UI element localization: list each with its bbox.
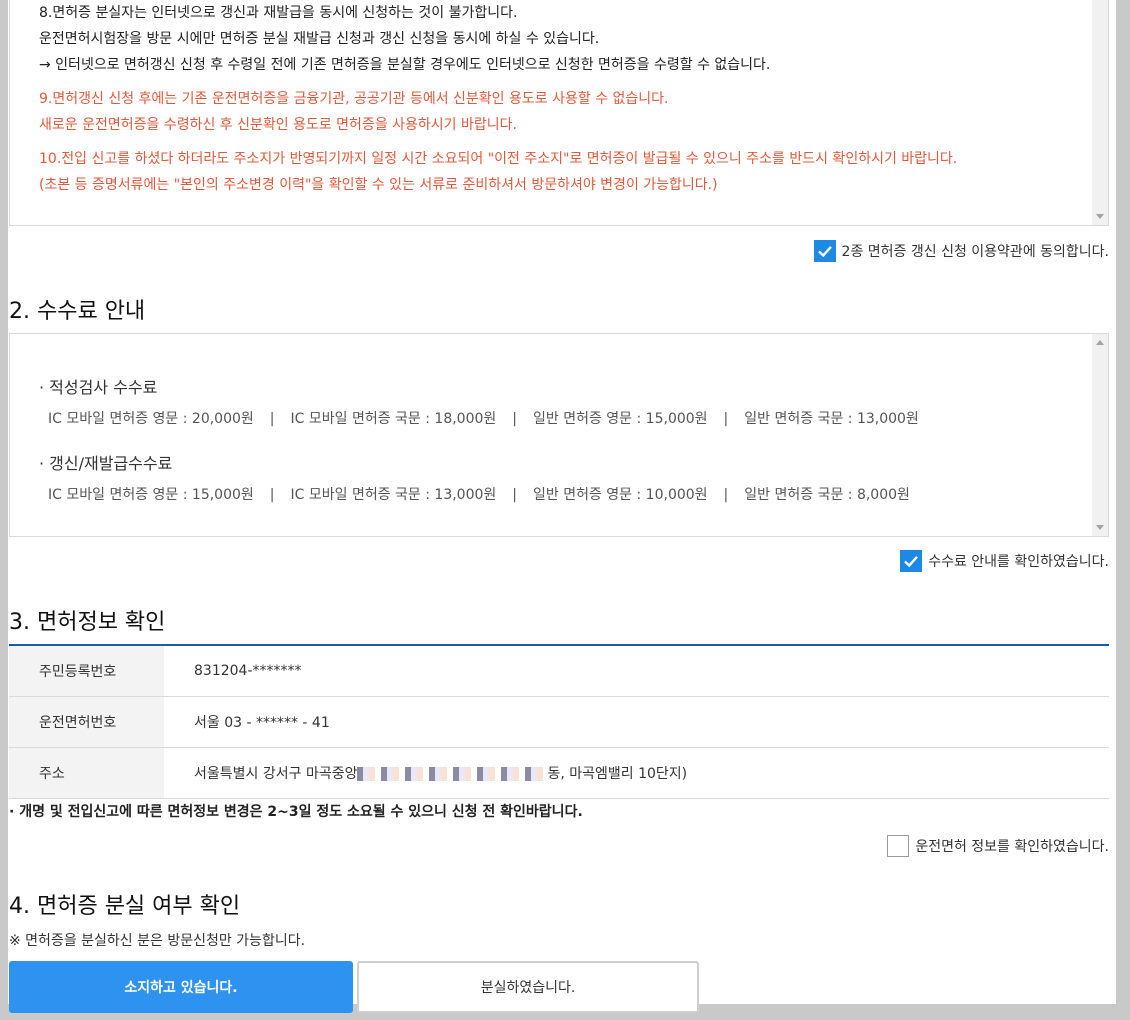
fee-renewal-line: IC 모바일 면허증 영문 : 15,000원 | IC 모바일 면허증 국문 : … — [48, 484, 910, 504]
page-edge-right — [1116, 0, 1130, 1020]
terms-text: 8.면허증 분실자는 인터넷으로 갱신과 재발급을 동시에 신청하는 것이 불가… — [39, 0, 1088, 198]
row-label-license-number: 운전면허번호 — [9, 696, 164, 748]
fee-aptitude-line: IC 모바일 면허증 영문 : 20,000원 | IC 모바일 면허증 국문 : … — [48, 408, 919, 428]
row-value-license-number: 서울 03 - ****** - 41 — [164, 696, 1109, 748]
fee-separator: | — [723, 487, 729, 503]
license-notice: · 개명 및 전입신고에 따른 면허정보 변경은 2~3일 정도 소요될 수 있… — [9, 804, 583, 820]
fee-item: IC 모바일 면허증 국문 : 18,000원 — [290, 411, 497, 427]
terms-scrollbox[interactable]: 8.면허증 분실자는 인터넷으로 갱신과 재발급을 동시에 신청하는 것이 불가… — [9, 0, 1109, 226]
license-info-table: 주민등록번호 831204-******* 운전면허번호 서울 03 - ***… — [9, 644, 1109, 799]
row-label-resident-number: 주민등록번호 — [9, 645, 164, 697]
fee-aptitude-label: · 적성검사 수수료 — [39, 378, 158, 397]
terms-agree-row[interactable]: 2종 면허증 갱신 신청 이용약관에 동의합니다. — [700, 239, 1109, 263]
check-icon — [817, 245, 832, 258]
table-row: 주민등록번호 831204-******* — [9, 645, 1109, 697]
fee-item: 일반 면허증 영문 : 15,000원 — [533, 411, 708, 427]
row-label-address: 주소 — [9, 747, 164, 799]
fee-item: IC 모바일 면허증 국문 : 13,000원 — [290, 487, 497, 503]
terms-scrollbar[interactable] — [1092, 0, 1108, 225]
terms-line-10: 10.전입 신고를 하셨다 하더라도 주소지가 반영되기까지 일정 시간 소요되… — [39, 151, 958, 167]
terms-line-9b: 새로운 운전면허증을 수령하신 후 신분확인 용도로 면허증을 사용하시기 바랍… — [39, 117, 517, 133]
check-icon — [904, 555, 919, 568]
fee-section-title: 2. 수수료 안내 — [9, 299, 146, 324]
table-row: 주소 서울특별시 강서구 마곡중앙 동, 마곡엠밸리 10단지) — [9, 747, 1109, 799]
fee-separator: | — [512, 487, 517, 503]
fee-confirm-checkbox[interactable] — [900, 550, 923, 572]
loss-section-title: 4. 면허증 분실 여부 확인 — [9, 894, 241, 919]
terms-line-8b: 운전면허시험장을 방문 시에만 면허증 분실 재발급 신청과 갱신 신청을 동시… — [39, 31, 600, 47]
fee-confirm-row[interactable]: 수수료 안내를 확인하였습니다. — [700, 549, 1109, 573]
fee-scrollbox[interactable] — [9, 333, 1109, 537]
terms-agree-checkbox[interactable] — [813, 240, 836, 262]
page-edge-left — [0, 0, 8, 1020]
row-value-address: 서울특별시 강서구 마곡중앙 동, 마곡엠밸리 10단지) — [164, 747, 1109, 799]
license-confirm-checkbox[interactable] — [887, 835, 910, 857]
lost-license-button[interactable]: 분실하였습니다. — [357, 961, 699, 1013]
fee-renewal-label: · 갱신/재발급수수료 — [39, 454, 173, 473]
fee-item: IC 모바일 면허증 영문 : 20,000원 — [48, 411, 254, 427]
terms-line-9: 9.면허갱신 신청 후에는 기존 운전면허증을 금융기관, 공공기관 등에서 신… — [39, 91, 669, 107]
table-row: 운전면허번호 서울 03 - ****** - 41 — [9, 696, 1109, 748]
fee-item: 일반 면허증 국문 : 8,000원 — [744, 487, 910, 503]
address-prefix: 서울특별시 강서구 마곡중앙 — [194, 766, 358, 782]
scroll-down-icon[interactable] — [1096, 214, 1104, 219]
fee-item: IC 모바일 면허증 영문 : 15,000원 — [48, 487, 254, 503]
fee-item: 일반 면허증 영문 : 10,000원 — [533, 487, 708, 503]
license-confirm-row[interactable]: 운전면허 정보를 확인하였습니다. — [700, 834, 1109, 858]
scroll-up-icon[interactable] — [1096, 340, 1104, 345]
terms-line-8c: → 인터넷으로 면허갱신 신청 후 수령일 전에 기존 면허증을 분실할 경우에… — [39, 57, 771, 73]
fee-scrollbar[interactable] — [1092, 334, 1108, 536]
license-section-title: 3. 면허정보 확인 — [9, 610, 166, 635]
fee-confirm-label[interactable]: 수수료 안내를 확인하였습니다. — [928, 551, 1109, 571]
terms-line-8: 8.면허증 분실자는 인터넷으로 갱신과 재발급을 동시에 신청하는 것이 불가… — [39, 5, 518, 21]
address-suffix: 동, 마곡엠밸리 10단지) — [547, 766, 688, 782]
license-confirm-label[interactable]: 운전면허 정보를 확인하였습니다. — [915, 836, 1109, 856]
have-license-button[interactable]: 소지하고 있습니다. — [9, 961, 353, 1013]
fee-item: 일반 면허증 국문 : 13,000원 — [744, 411, 919, 427]
scroll-down-icon[interactable] — [1096, 525, 1104, 530]
fee-separator: | — [269, 411, 275, 427]
row-value-resident-number: 831204-******* — [164, 645, 1109, 697]
loss-note: ※ 면허증을 분실하신 분은 방문신청만 가능합니다. — [9, 933, 306, 949]
redacted-pixelation — [357, 767, 548, 781]
fee-separator: | — [512, 411, 517, 427]
terms-line-10b: (초본 등 증명서류에는 "본인의 주소변경 이력"을 확인할 수 있는 서류로… — [39, 177, 718, 193]
terms-agree-label[interactable]: 2종 면허증 갱신 신청 이용약관에 동의합니다. — [842, 241, 1109, 261]
fee-separator: | — [269, 487, 275, 503]
fee-separator: | — [723, 411, 729, 427]
